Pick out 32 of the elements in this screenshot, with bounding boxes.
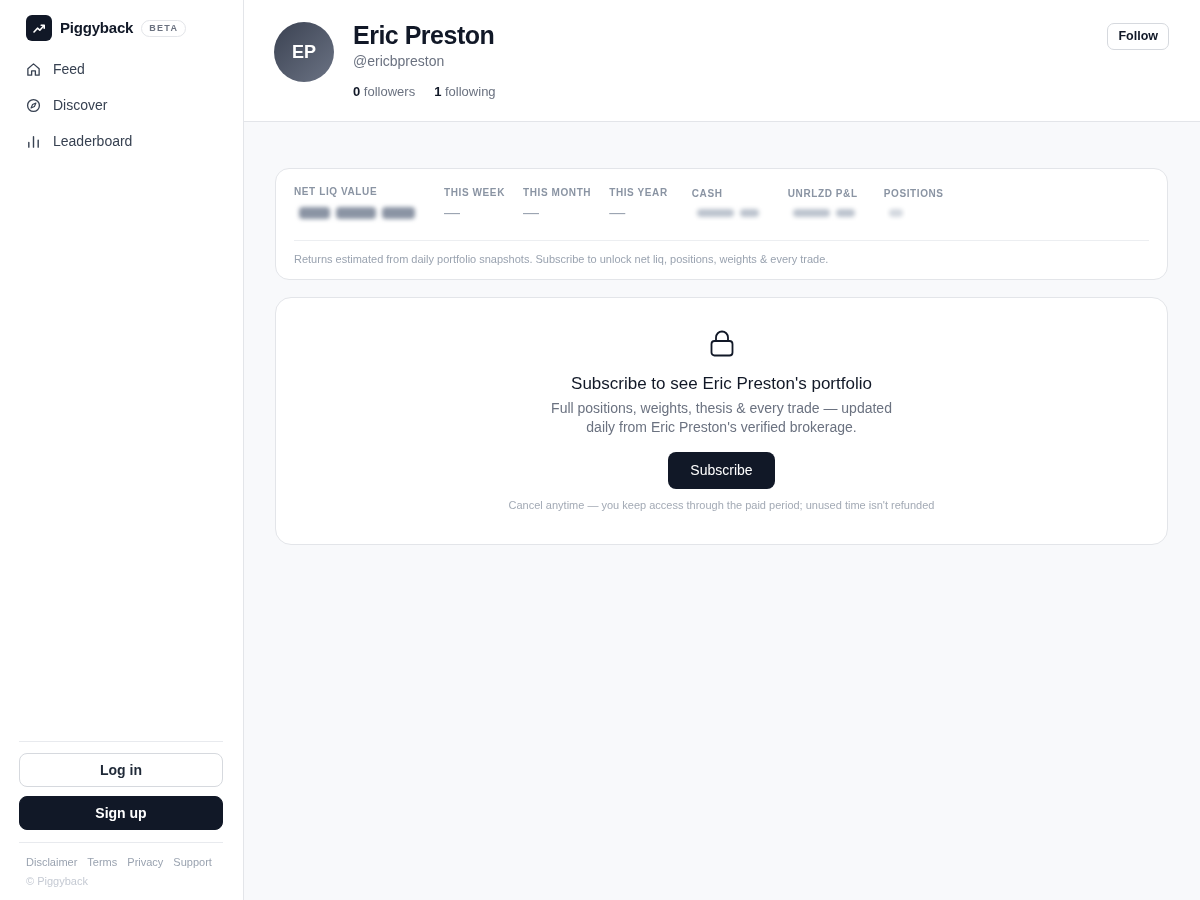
lock-icon (709, 330, 734, 357)
paywall-title: Subscribe to see Eric Preston's portfolio (571, 373, 872, 395)
stat-label: THIS WEEK (444, 186, 505, 199)
home-icon (26, 61, 41, 77)
nav-link[interactable]: Discover (19, 87, 115, 123)
cancel-note: Cancel anytime — you keep access through the paid period; unused time isn't refunded (508, 498, 935, 513)
nav-link[interactable]: Leaderboard (19, 123, 140, 159)
empty-value: — (444, 203, 460, 223)
stat-label: UNRLZD P&L (787, 187, 859, 200)
stat-label: CASH (691, 187, 724, 200)
bar-chart-icon (26, 133, 41, 149)
stat-label: NET LIQ VALUE (294, 185, 379, 198)
login-button[interactable]: Log in (19, 753, 223, 787)
follow-button[interactable]: Follow (1107, 23, 1169, 50)
empty-value: — (522, 203, 539, 223)
following-count[interactable]: 1 following (434, 83, 496, 101)
stats-note: Returns estimated from daily portfolio snapshots. Subscribe to unlock net liq, positions, weights & every trade. (294, 252, 829, 266)
empty-value: — (609, 203, 626, 223)
compass-icon (26, 97, 41, 113)
profile-name: Eric Preston (353, 20, 496, 51)
stat-label: THIS MONTH (522, 186, 592, 199)
subscribe-button[interactable]: Subscribe (668, 452, 775, 489)
signup-button[interactable]: Sign up (19, 796, 223, 830)
brand-name: Piggyback (60, 17, 134, 38)
followers-count[interactable]: 0 followers (353, 83, 416, 101)
stat-label: POSITIONS (883, 187, 944, 200)
stat-label: THIS YEAR (609, 186, 668, 199)
avatar: EP (274, 22, 334, 82)
copyright-text: © Piggyback (25, 874, 89, 888)
paywall-description: Full positions, weights, thesis & every trade — updated daily from Eric Preston's verified brokerage. (550, 399, 893, 437)
profile-handle: @ericbpreston (353, 52, 446, 71)
nav-link[interactable]: Feed (19, 51, 92, 87)
